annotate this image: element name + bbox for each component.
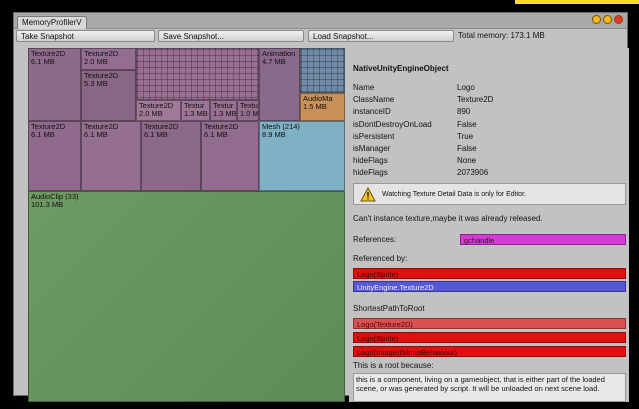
treemap-cell[interactable]: Animation 4.7 MB (259, 48, 300, 121)
warning-text: Watching Texture Detail Data is only for… (382, 191, 526, 198)
cell-size: 1.3 MB (213, 109, 237, 118)
prop-key: hideFlags (353, 168, 388, 177)
total-memory-label: Total memory: 173.1 MB (458, 31, 545, 40)
close-icon[interactable] (614, 15, 623, 24)
cell-size: 101.3 MB (31, 200, 64, 209)
shortest-path-item[interactable]: Logo(Texture2D) (353, 318, 626, 329)
prop-key: ClassName (353, 95, 395, 104)
details-panel: NativeUnityEngineObject Name Logo ClassN… (349, 48, 629, 402)
details-title: NativeUnityEngineObject (353, 64, 449, 73)
treemap-cell[interactable]: AudioMa 1.5 MB (300, 93, 345, 121)
prop-key: isManager (353, 144, 391, 153)
treemap-cell[interactable]: AudioClip (33) 101.3 MB (28, 191, 345, 402)
prop-key: instanceID (353, 107, 391, 116)
memory-profiler-window: MemoryProfilerV Take Snapshot Save Snaps… (13, 12, 629, 402)
cell-size: 6.1 MB (31, 57, 55, 66)
referenced-by-label: Referenced by: (353, 254, 408, 263)
take-snapshot-button[interactable]: Take Snapshot (16, 30, 155, 42)
prop-key: isDontDestroyOnLoad (353, 120, 432, 129)
treemap[interactable]: Texture2D 6.1 MB Texture2D 2.0 MB Textur… (28, 48, 345, 402)
treemap-cell[interactable]: Textu 1.0 M (237, 100, 259, 121)
cant-instance-text: Can't instance texture,maybe it was alre… (353, 214, 543, 223)
prop-value: 2073906 (457, 168, 489, 177)
cell-size: 1.0 M (240, 109, 259, 118)
treemap-cell[interactable]: Texture2D 6.1 MB (28, 121, 81, 191)
shortest-path-item[interactable]: Logo(Image)(MonoBehaviour) (353, 346, 626, 357)
prop-key: isPersistent (353, 132, 395, 141)
treemap-cell[interactable]: Texture2D 6.1 MB (28, 48, 81, 121)
cell-label: AudioClip (33) (31, 192, 79, 201)
load-snapshot-button[interactable]: Load Snapshot... (308, 30, 454, 42)
save-snapshot-button[interactable]: Save Snapshot... (158, 30, 304, 42)
root-because-textbox[interactable]: this is a component, living on a gameobj… (353, 373, 626, 402)
warning-icon (360, 187, 376, 202)
prop-key: Name (353, 83, 375, 92)
prop-value: 890 (457, 107, 471, 116)
shortest-path-item[interactable]: Logo(Sprite) (353, 332, 626, 343)
cell-size: 8.9 MB (262, 130, 286, 139)
prop-value: True (457, 132, 474, 141)
treemap-cell[interactable]: Texture2D 5.3 MB (81, 70, 136, 121)
title-accent-bar (515, 0, 639, 4)
treemap-misc-small[interactable] (300, 48, 345, 93)
cell-size: 6.1 MB (84, 130, 108, 139)
cell-size: 5.3 MB (84, 79, 108, 88)
treemap-cell[interactable]: Texture2D 2.0 MB (81, 48, 136, 70)
cell-size: 2.0 MB (84, 57, 108, 66)
maximize-icon[interactable] (603, 15, 612, 24)
minimize-icon[interactable] (592, 15, 601, 24)
cell-size: 6.1 MB (204, 130, 228, 139)
treemap-cell[interactable]: Texture2D 6.1 MB (201, 121, 259, 191)
treemap-cell[interactable]: Textur 1.3 MB (181, 100, 210, 121)
treemap-cell[interactable]: Texture2D 6.1 MB (81, 121, 141, 191)
prop-value: False (457, 144, 477, 153)
cell-size: 2.0 MB (139, 109, 163, 118)
editor-warning-box: Watching Texture Detail Data is only for… (353, 183, 626, 205)
prop-key: hideFlags (353, 156, 388, 165)
references-label: References: (353, 235, 397, 244)
reference-item[interactable]: gchandle (460, 234, 626, 245)
cell-size: 6.1 MB (144, 130, 168, 139)
treemap-cell[interactable]: Texture2D 2.0 MB (136, 100, 181, 121)
referenced-by-item[interactable]: UnityEngine.Texture2D (353, 281, 626, 292)
shortest-path-label: ShortestPathToRoot (353, 304, 425, 313)
window-controls (592, 15, 623, 24)
prop-value: Texture2D (457, 95, 494, 104)
treemap-cell[interactable]: Textur 1.3 MB (210, 100, 237, 121)
cell-size: 4.7 MB (262, 57, 286, 66)
cell-size: 6.1 MB (31, 130, 55, 139)
treemap-small-textures[interactable] (136, 48, 259, 100)
cell-size: 1.5 MB (303, 102, 327, 111)
prop-value: Logo (457, 83, 475, 92)
treemap-cell[interactable]: Mesh (214) 8.9 MB (259, 121, 345, 191)
referenced-by-item[interactable]: Logo(Sprite) (353, 268, 626, 279)
root-because-label: This is a root because: (353, 361, 434, 370)
prop-value: False (457, 120, 477, 129)
tab-bar: MemoryProfilerV (14, 13, 627, 29)
toolbar: Take Snapshot Save Snapshot... Load Snap… (14, 28, 627, 44)
treemap-cell[interactable]: Texture2D 6.1 MB (141, 121, 201, 191)
cell-size: 1.3 MB (184, 109, 208, 118)
prop-value: None (457, 156, 477, 165)
